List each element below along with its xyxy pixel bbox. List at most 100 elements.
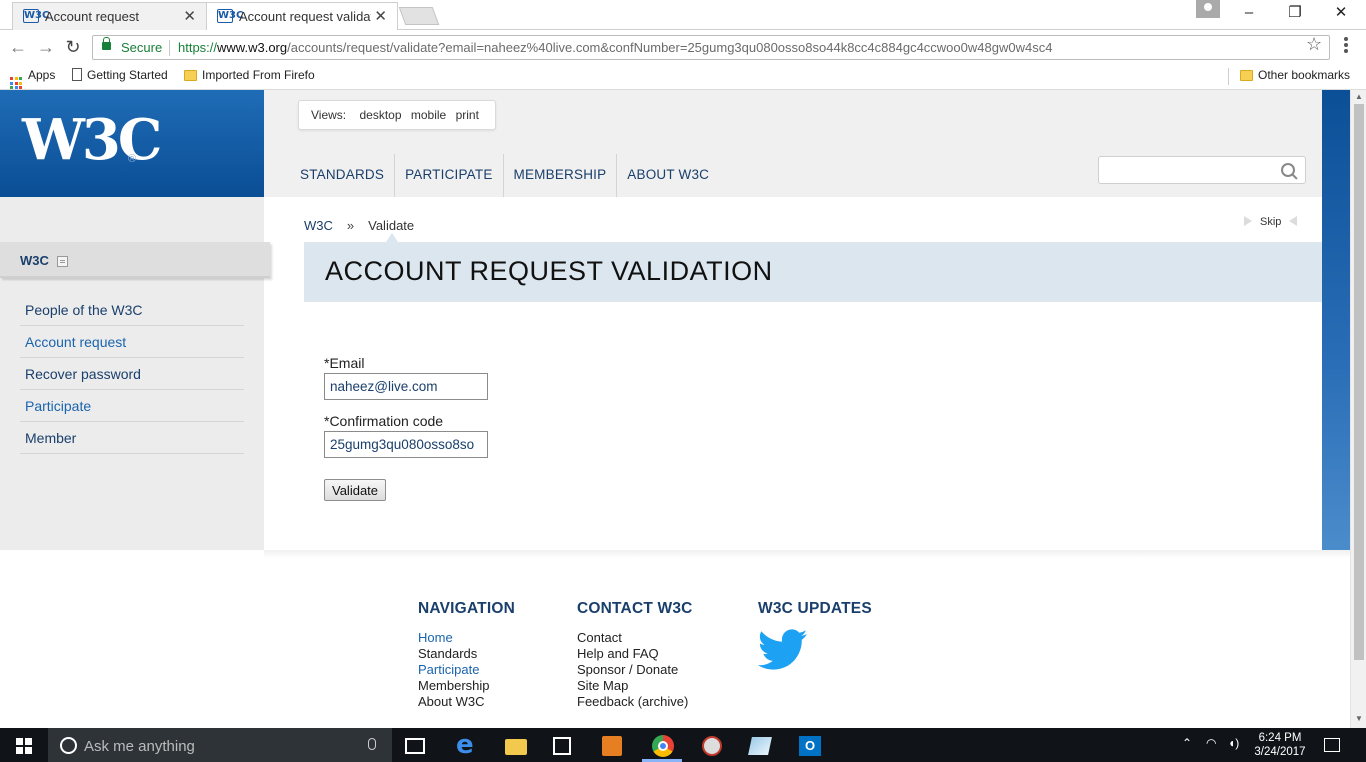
- wifi-icon[interactable]: ◠: [1206, 736, 1216, 750]
- view-print-link[interactable]: print: [456, 108, 479, 122]
- nav-membership[interactable]: MEMBERSHIP: [504, 154, 618, 197]
- bookmark-imported[interactable]: Imported From Firefo: [184, 68, 315, 82]
- view-mobile-link[interactable]: mobile: [411, 108, 446, 122]
- footer-link-sitemap[interactable]: Site Map: [577, 678, 693, 694]
- twitter-icon[interactable]: [758, 628, 808, 672]
- folder-icon: [184, 70, 197, 81]
- clock-date: 3/24/2017: [1254, 746, 1306, 758]
- breadcrumb-root-link[interactable]: W3C: [304, 218, 333, 233]
- sidebar-item-recover-password[interactable]: Recover password: [20, 358, 244, 390]
- arrow-right-icon: [1244, 216, 1252, 226]
- top-navigation: STANDARDS PARTICIPATE MEMBERSHIP ABOUT W…: [290, 154, 719, 197]
- footer-updates: W3C UPDATES: [758, 600, 872, 630]
- notifications-icon[interactable]: [1324, 738, 1340, 752]
- bookmark-star-icon[interactable]: ☆: [1306, 34, 1322, 55]
- chrome-menu-icon[interactable]: [1344, 37, 1348, 55]
- apps-grid-icon: [10, 77, 22, 89]
- footer-link-contact[interactable]: Contact: [577, 630, 693, 646]
- divider: [169, 40, 170, 56]
- sidebar-item-people[interactable]: People of the W3C: [20, 294, 244, 326]
- footer-link-sponsor[interactable]: Sponsor / Donate: [577, 662, 693, 678]
- footer-link-participate[interactable]: Participate: [418, 662, 515, 678]
- bookmark-label: Imported From Firefo: [202, 68, 315, 82]
- right-blue-bar: [1322, 90, 1350, 550]
- reload-icon[interactable]: ↻: [63, 37, 83, 57]
- cortana-placeholder: Ask me anything: [84, 738, 195, 755]
- restore-icon[interactable]: ❐: [1272, 0, 1318, 28]
- scrollbar-thumb[interactable]: [1354, 104, 1364, 660]
- close-tab-icon[interactable]: ✕: [374, 7, 387, 25]
- skip-link[interactable]: Skip: [1244, 216, 1298, 228]
- chrome-icon[interactable]: [652, 735, 674, 757]
- email-field[interactable]: naheez@live.com: [324, 373, 488, 400]
- validate-button[interactable]: Validate: [324, 479, 387, 501]
- footer-heading: NAVIGATION: [418, 600, 516, 617]
- volume-icon[interactable]: ◖): [1228, 736, 1239, 750]
- cortana-search[interactable]: Ask me anything: [48, 728, 392, 762]
- new-tab-button[interactable]: [398, 7, 440, 25]
- forward-arrow-icon[interactable]: →: [36, 37, 56, 57]
- bookmark-label: Getting Started: [87, 68, 168, 82]
- address-bar[interactable]: Secure https://www.w3.org/accounts/reque…: [92, 35, 1330, 60]
- collapse-icon[interactable]: [57, 256, 68, 267]
- microphone-icon[interactable]: [368, 738, 376, 750]
- content-divider: [264, 550, 1350, 558]
- sidebar-item-participate[interactable]: Participate: [20, 390, 244, 422]
- minimize-icon[interactable]: –: [1226, 0, 1272, 28]
- scroll-down-icon[interactable]: ▼: [1355, 714, 1363, 723]
- footer-navigation: NAVIGATION Home Standards Participate Me…: [418, 600, 515, 710]
- outlook-icon[interactable]: O: [799, 736, 821, 756]
- show-hidden-icons-icon[interactable]: ⌃: [1182, 736, 1192, 750]
- logo-text: W3C: [22, 107, 162, 173]
- confirmation-code-field[interactable]: 25gumg3qu080osso8so: [324, 431, 488, 458]
- browser-toolbar: ← → ↻ Secure https://www.w3.org/accounts…: [0, 30, 1366, 64]
- edge-icon[interactable]: e: [456, 732, 478, 758]
- task-view-icon[interactable]: [405, 738, 425, 754]
- page-scrollbar[interactable]: ▲ ▼: [1350, 90, 1366, 728]
- lock-icon: [102, 37, 111, 50]
- footer-link-home[interactable]: Home: [418, 630, 515, 646]
- notes-icon[interactable]: [748, 737, 772, 755]
- url-text: https://www.w3.org/accounts/request/vali…: [178, 40, 1052, 55]
- search-icon[interactable]: [1280, 162, 1298, 180]
- breadcrumb-separator: »: [346, 218, 355, 233]
- bookmark-getting-started[interactable]: Getting Started: [72, 68, 168, 82]
- media-player-icon[interactable]: [602, 736, 622, 756]
- site-search-input[interactable]: [1098, 156, 1306, 184]
- sidebar-heading-label[interactable]: W3C: [20, 253, 49, 268]
- tab-account-request[interactable]: W3C Account request ✕: [12, 2, 207, 30]
- nav-standards[interactable]: STANDARDS: [290, 154, 396, 197]
- footer-link-membership[interactable]: Membership: [418, 678, 515, 694]
- nav-participate[interactable]: PARTICIPATE: [395, 154, 504, 197]
- user-profile-icon[interactable]: [1196, 0, 1220, 18]
- snipping-tool-icon[interactable]: [702, 736, 722, 756]
- back-arrow-icon[interactable]: ←: [8, 37, 28, 57]
- footer-link-about[interactable]: About W3C: [418, 694, 515, 710]
- windows-start-icon[interactable]: [16, 738, 32, 754]
- close-tab-icon[interactable]: ✕: [183, 7, 196, 25]
- footer-link-feedback[interactable]: Feedback (archive): [577, 694, 693, 710]
- sidebar-item-account-request[interactable]: Account request: [20, 326, 244, 358]
- footer-heading: CONTACT W3C: [577, 600, 693, 617]
- store-icon[interactable]: [553, 737, 571, 755]
- close-window-icon[interactable]: ✕: [1318, 0, 1364, 28]
- view-desktop-link[interactable]: desktop: [359, 108, 401, 122]
- bookmark-apps[interactable]: Apps: [10, 68, 55, 89]
- email-label: *Email: [324, 355, 365, 371]
- web-page: W3C ® Views: desktop mobile print STANDA…: [0, 90, 1350, 728]
- tab-strip: W3C Account request ✕ W3C Account reques…: [0, 0, 1366, 31]
- page-icon: [72, 68, 82, 81]
- footer-link-standards[interactable]: Standards: [418, 646, 515, 662]
- bookmark-other[interactable]: Other bookmarks: [1240, 68, 1350, 82]
- w3c-logo[interactable]: W3C ®: [0, 90, 264, 197]
- secure-label: Secure: [121, 40, 163, 55]
- nav-about-w3c[interactable]: ABOUT W3C: [617, 154, 719, 197]
- scroll-up-icon[interactable]: ▲: [1355, 92, 1363, 101]
- breadcrumb-current: Validate: [368, 218, 415, 233]
- system-clock[interactable]: 6:24 PM 3/24/2017: [1250, 731, 1310, 759]
- footer-link-help[interactable]: Help and FAQ: [577, 646, 693, 662]
- file-explorer-icon[interactable]: [505, 739, 527, 755]
- sidebar-item-member[interactable]: Member: [20, 422, 244, 454]
- tab-account-request-validation[interactable]: W3C Account request validatic ✕: [206, 2, 398, 31]
- windows-taskbar: Ask me anything e O ⌃ ◠ ◖) 6:24 PM 3/24/…: [0, 728, 1366, 762]
